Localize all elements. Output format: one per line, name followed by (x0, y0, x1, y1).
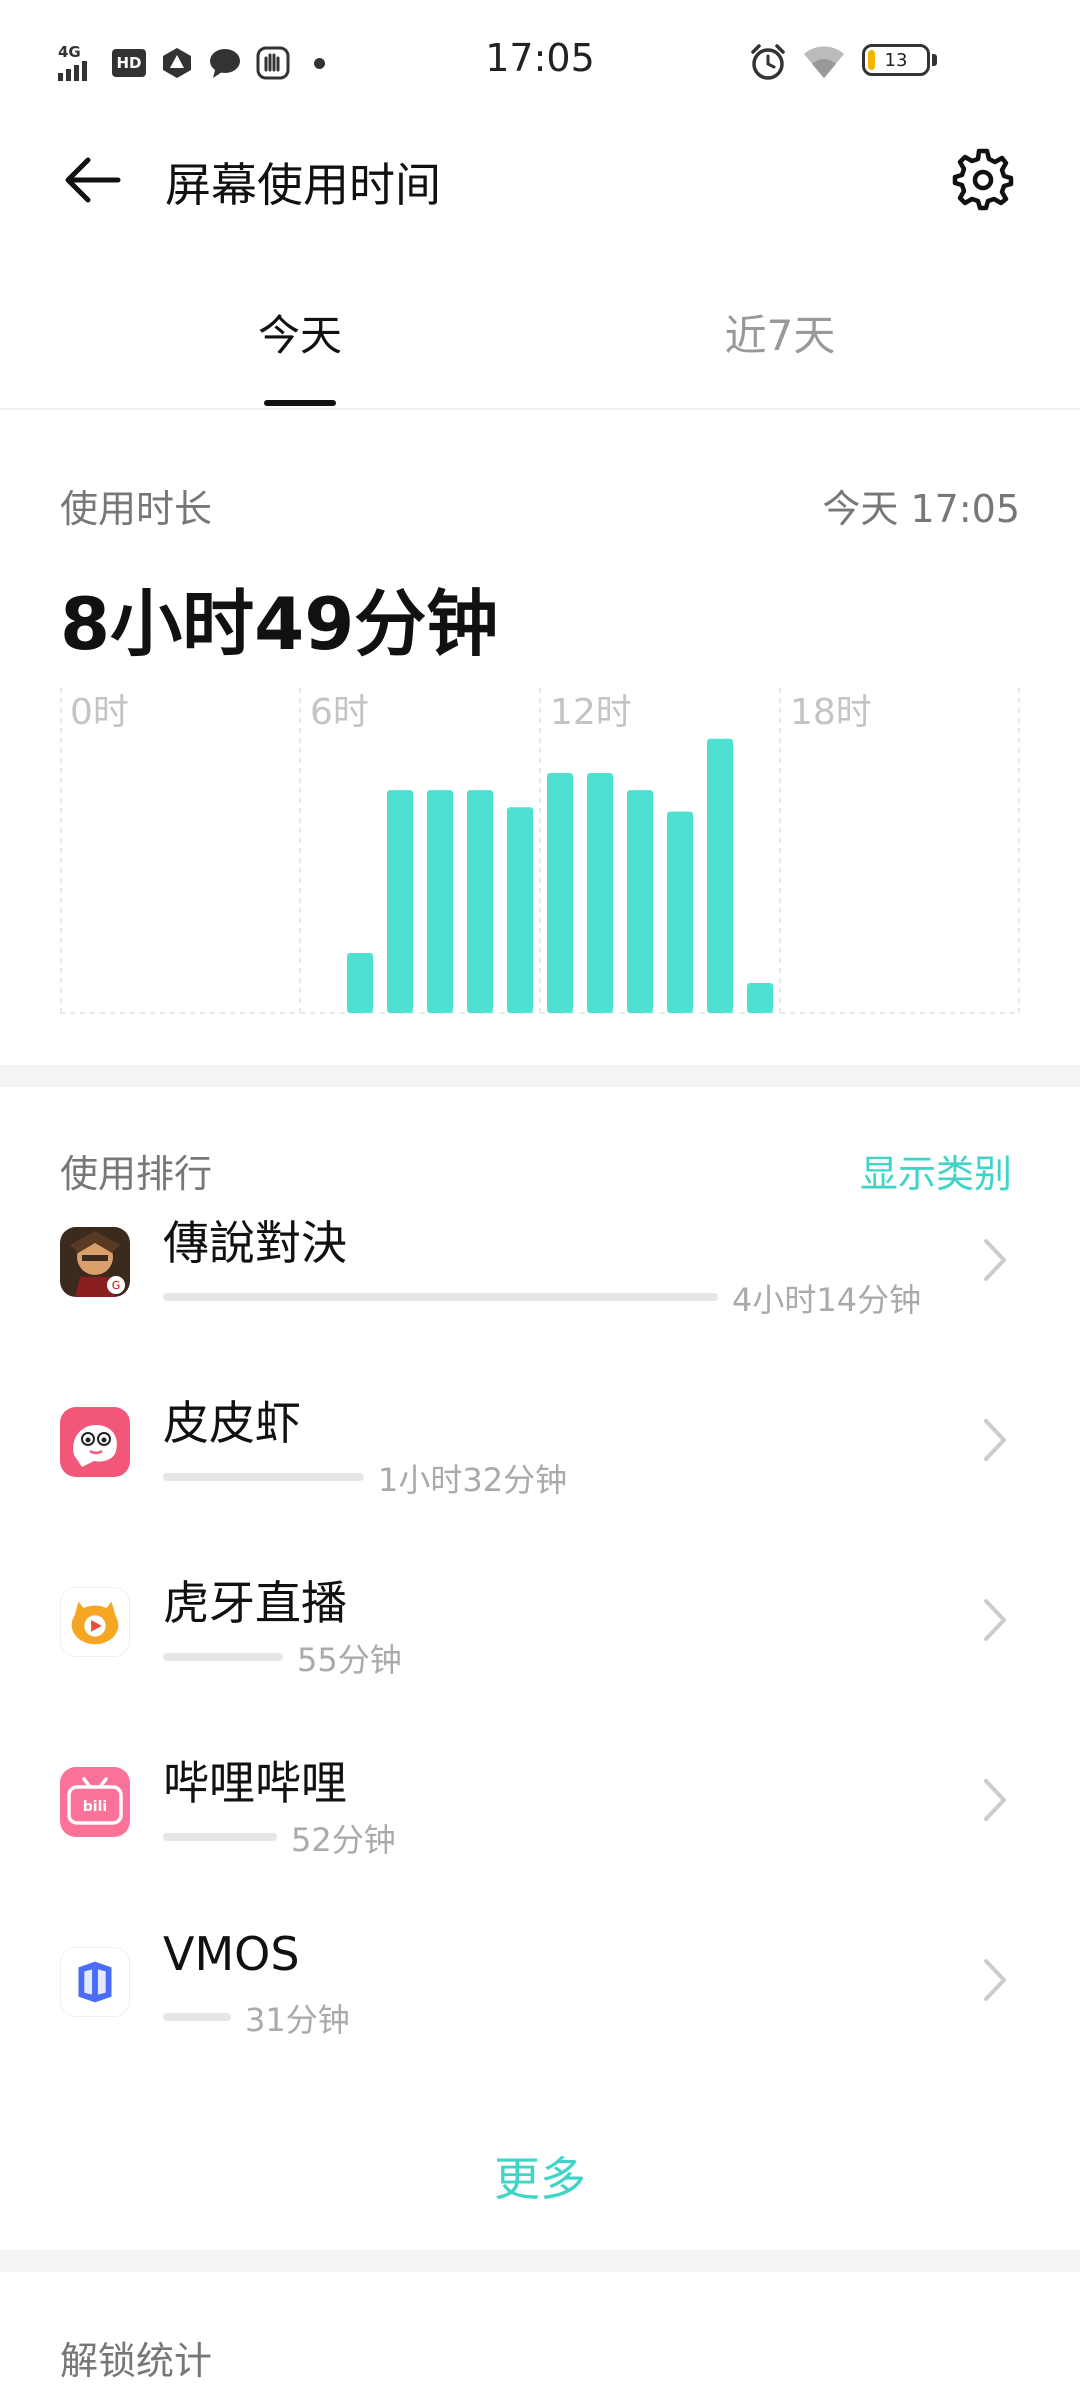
usage-total: 8小时49分钟 (60, 582, 499, 666)
app-time: 55分钟 (297, 1641, 402, 1679)
bilibili-app-icon: bili (60, 1767, 130, 1837)
app-name: 皮皮虾 (163, 1396, 301, 1450)
app-row-huya[interactable]: 虎牙直播 55分钟 (0, 1555, 1080, 1735)
usage-bar (163, 2013, 231, 2021)
app-time: 52分钟 (291, 1821, 396, 1859)
app-name: 虎牙直播 (163, 1576, 347, 1630)
chart-bar (547, 773, 573, 1013)
usage-label: 使用时长 (60, 487, 213, 531)
chevron-right-icon (984, 1779, 1006, 1821)
app-row-bilibili[interactable]: bili 哔哩哔哩 52分钟 (0, 1735, 1080, 1915)
chart-bar (707, 738, 733, 1013)
app-row-vmos[interactable]: VMOS 31分钟 (0, 1915, 1080, 2095)
wifi-icon (804, 46, 844, 78)
chart-bar (427, 790, 453, 1013)
app-row-aov[interactable]: G 傳說對決 4小时14分钟 (0, 1195, 1080, 1375)
status-bar: 4G HD 17:05 13 (0, 0, 1080, 125)
vmos-app-icon (60, 1947, 130, 2017)
x-tick-label: 12时 (550, 692, 632, 733)
divider (0, 408, 1080, 410)
tab-bar: 今天 近7天 (0, 280, 1080, 410)
pipixia-app-icon (60, 1407, 130, 1477)
chart-bar (507, 807, 533, 1013)
chart-bar (747, 983, 773, 1013)
svg-text:bili: bili (83, 1799, 107, 1815)
chevron-right-icon (984, 1239, 1006, 1281)
app-name: 傳說對決 (163, 1216, 347, 1270)
chart-bar (347, 953, 373, 1013)
usage-bar (163, 1653, 283, 1661)
app-time: 31分钟 (245, 2001, 350, 2039)
battery-icon: 13 (862, 44, 937, 76)
app-time: 1小时32分钟 (378, 1461, 568, 1499)
x-tick-label: 6时 (310, 692, 369, 733)
chevron-right-icon (984, 1959, 1006, 2001)
alarm-icon (751, 44, 785, 80)
app-row-pipixia[interactable]: 皮皮虾 1小时32分钟 (0, 1375, 1080, 1555)
app-name: 哔哩哔哩 (163, 1756, 347, 1810)
x-tick-label: 18时 (790, 692, 872, 733)
app-header: 屏幕使用时间 (0, 125, 1080, 235)
gear-icon[interactable] (950, 147, 1016, 213)
unlock-stats-label: 解锁统计 (60, 2339, 213, 2383)
usage-bar (163, 1473, 364, 1481)
section-divider (0, 2250, 1080, 2272)
chart-bar (587, 773, 613, 1013)
chart-bar (387, 790, 413, 1013)
page-title: 屏幕使用时间 (165, 158, 441, 212)
huya-app-icon (60, 1587, 130, 1657)
chart-bar (627, 790, 653, 1013)
show-category-link[interactable]: 显示类别 (860, 1143, 1012, 1198)
svg-text:G: G (112, 1279, 121, 1292)
battery-percent: 13 (884, 49, 908, 71)
tab-today[interactable]: 今天 (150, 302, 450, 363)
more-button[interactable]: 更多 (0, 2143, 1080, 2209)
chevron-right-icon (984, 1419, 1006, 1461)
usage-bar (163, 1833, 277, 1841)
tab-indicator (264, 400, 336, 406)
aov-app-icon: G (60, 1227, 130, 1297)
app-name: VMOS (163, 1927, 300, 1981)
chart-bar (667, 811, 693, 1013)
chevron-right-icon (984, 1599, 1006, 1641)
ranking-label: 使用排行 (60, 1152, 213, 1196)
usage-chart: 0时 6时 12时 18时 (60, 688, 1020, 1014)
section-divider (0, 1065, 1080, 1087)
chart-bar (467, 790, 493, 1013)
back-arrow-icon[interactable] (58, 150, 128, 210)
usage-bar (163, 1293, 718, 1301)
app-time: 4小时14分钟 (732, 1281, 922, 1319)
usage-timestamp: 今天 17:05 (822, 487, 1020, 531)
x-tick-label: 0时 (70, 692, 129, 733)
tab-7days[interactable]: 近7天 (630, 302, 930, 363)
